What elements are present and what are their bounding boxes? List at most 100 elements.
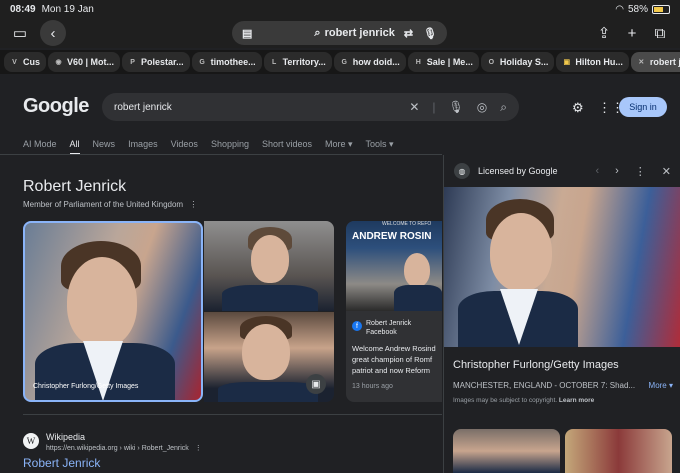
tab-strip: V Cus ◉ V60 | Mot... P Polestar... Gtimothe… xyxy=(0,50,680,74)
google-logo[interactable]: Google xyxy=(23,95,89,118)
tab-news[interactable]: News xyxy=(93,139,116,150)
result-url: https://en.wikipedia.org › wiki › Robert… xyxy=(46,444,202,452)
share-icon[interactable]: ⇪ xyxy=(592,22,616,44)
license-label[interactable]: Licensed by Google xyxy=(478,166,558,176)
news-snippet-line: Welcome Andrew Rosind xyxy=(352,344,436,353)
tab-favicon: G xyxy=(199,58,205,66)
settings-gear-icon[interactable]: ⚙ xyxy=(572,100,584,116)
sign-in-button[interactable]: Sign in xyxy=(619,97,667,117)
photo-face xyxy=(251,235,289,283)
search-box[interactable]: robert jenrick ✕ | 🎙︎ ◎ ⌕ xyxy=(102,93,519,121)
microphone-icon[interactable]: 🎙︎ xyxy=(423,27,437,40)
result-divider xyxy=(23,414,442,415)
search-icon: ⌕ xyxy=(314,26,321,39)
photo-face xyxy=(242,324,290,380)
news-card[interactable]: WELCOME TO REFO ANDREW ROSIN f Robert Je… xyxy=(346,221,442,402)
tab-ai-mode[interactable]: AI Mode xyxy=(23,139,57,150)
address-bar[interactable]: ▤ ⌕ robert jenrick ⇄ 🎙︎ xyxy=(232,21,447,45)
search-submit-icon[interactable]: ⌕ xyxy=(500,100,507,115)
prev-arrow-icon[interactable]: ‹ xyxy=(595,165,599,178)
news-time: 13 hours ago xyxy=(352,383,393,390)
photo-bottom-right[interactable]: ▣ xyxy=(204,312,334,402)
photo-face xyxy=(404,253,430,287)
news-image-banner: WELCOME TO REFO xyxy=(382,221,432,227)
tab-videos[interactable]: Videos xyxy=(171,139,198,150)
learn-more-link[interactable]: Learn more xyxy=(559,397,594,404)
news-source-site: Facebook xyxy=(366,329,397,336)
related-thumb-2[interactable] xyxy=(565,429,672,473)
status-time: 08:49 xyxy=(10,3,36,15)
status-right: ◠ 58% xyxy=(615,4,670,15)
new-tab-icon[interactable]: + xyxy=(620,22,644,44)
news-image-headline: ANDREW ROSIN xyxy=(352,231,432,242)
voice-search-icon[interactable]: 🎙︎ xyxy=(449,100,464,114)
news-source: f Robert Jenrick Facebook xyxy=(352,319,411,337)
gallery-icon[interactable]: ▣ xyxy=(306,374,326,394)
tab-favicon: H xyxy=(415,58,421,66)
search-nav-tabs: AI Mode All News Images Videos Shopping … xyxy=(23,139,394,155)
photo-face xyxy=(67,257,137,347)
search-input[interactable]: robert jenrick xyxy=(114,102,172,113)
preview-image[interactable] xyxy=(444,187,680,347)
tab-tools[interactable]: Tools ▾ xyxy=(366,139,394,150)
entity-title: Robert Jenrick xyxy=(23,178,127,195)
status-bar: 08:49 Mon 19 Jan ◠ 58% xyxy=(0,0,680,18)
entity-subtitle-text: Member of Parliament of the United Kingd… xyxy=(23,200,184,209)
back-button[interactable]: ‹ xyxy=(40,20,66,46)
result-site-name[interactable]: Wikipedia xyxy=(46,432,85,442)
news-source-name: Robert Jenrick xyxy=(366,320,412,327)
copyright-text: Images may be subject to copyright. xyxy=(453,397,558,404)
tab-short-videos[interactable]: Short videos xyxy=(262,139,312,150)
tab-label: Sale | Me... xyxy=(426,57,473,67)
tab-6[interactable]: H Sale | Me... xyxy=(407,52,479,72)
result-title-link[interactable]: Robert Jenrick xyxy=(23,456,100,470)
tab-2[interactable]: P Polestar... xyxy=(122,52,190,72)
globe-icon: ◍ xyxy=(454,163,470,179)
tab-7[interactable]: O Holiday S... xyxy=(480,52,555,72)
news-snippet-line: great champion of Romf xyxy=(352,355,433,364)
sidebar-icon[interactable]: ▭ xyxy=(8,22,32,44)
tab-3[interactable]: Gtimothee... xyxy=(191,52,262,72)
tab-label: Holiday S... xyxy=(499,57,549,67)
related-thumb-1[interactable] xyxy=(453,429,560,473)
tab-close-icon[interactable]: ✕ xyxy=(637,58,646,66)
photo-suit xyxy=(218,382,318,402)
tab-label: Polestar... xyxy=(141,57,184,67)
clear-icon[interactable]: ✕ xyxy=(409,100,419,114)
preview-title[interactable]: Christopher Furlong/Getty Images xyxy=(453,359,619,371)
photo-top-right[interactable] xyxy=(204,221,334,311)
tabs-overview-icon[interactable]: ⧉ xyxy=(648,22,672,44)
tab-label: timothee... xyxy=(210,57,256,67)
battery-icon xyxy=(652,4,670,14)
tab-0[interactable]: V Cus xyxy=(4,52,47,72)
main-photo[interactable]: Christopher Furlong/Getty Images xyxy=(23,221,203,402)
result-options-icon[interactable]: ⋮ xyxy=(195,445,202,452)
more-options-icon[interactable]: ⋮ xyxy=(189,200,197,209)
news-snippet-line: patriot and now Reform xyxy=(352,366,430,375)
address-bar-text: robert jenrick xyxy=(324,27,395,39)
tab-images[interactable]: Images xyxy=(128,139,158,150)
next-arrow-icon[interactable]: › xyxy=(615,165,619,178)
tab-1[interactable]: ◉ V60 | Mot... xyxy=(48,52,121,72)
tab-favicon: ▣ xyxy=(563,59,571,66)
tab-label: V60 | Mot... xyxy=(67,57,115,67)
wifi-icon: ◠ xyxy=(615,3,624,15)
more-button[interactable]: More ▾ xyxy=(649,381,673,390)
tab-active[interactable]: ✕robert je... xyxy=(630,52,680,72)
tab-all[interactable]: All xyxy=(69,139,80,155)
more-vert-icon[interactable]: ⋮ xyxy=(635,165,646,178)
photo-suit xyxy=(394,285,442,311)
tab-shopping[interactable]: Shopping xyxy=(211,139,249,150)
tab-favicon: G xyxy=(341,58,347,66)
tab-5[interactable]: Ghow doid... xyxy=(333,52,406,72)
tab-more[interactable]: More ▾ xyxy=(325,139,353,150)
lens-icon[interactable]: ◎ xyxy=(477,100,487,114)
translate-icon[interactable]: ⇄ xyxy=(404,27,413,40)
tab-4[interactable]: L Territory... xyxy=(263,52,332,72)
tab-8[interactable]: ▣ Hilton Hu... xyxy=(556,52,629,72)
wikipedia-icon[interactable]: W xyxy=(23,433,39,449)
google-header: Google robert jenrick ✕ | 🎙︎ ◎ ⌕ ⚙ ⋮⋮ Si… xyxy=(0,82,680,132)
facebook-icon: f xyxy=(352,321,362,331)
close-icon[interactable]: ✕ xyxy=(662,165,671,178)
page-menu-icon[interactable]: ▤ xyxy=(242,27,252,40)
